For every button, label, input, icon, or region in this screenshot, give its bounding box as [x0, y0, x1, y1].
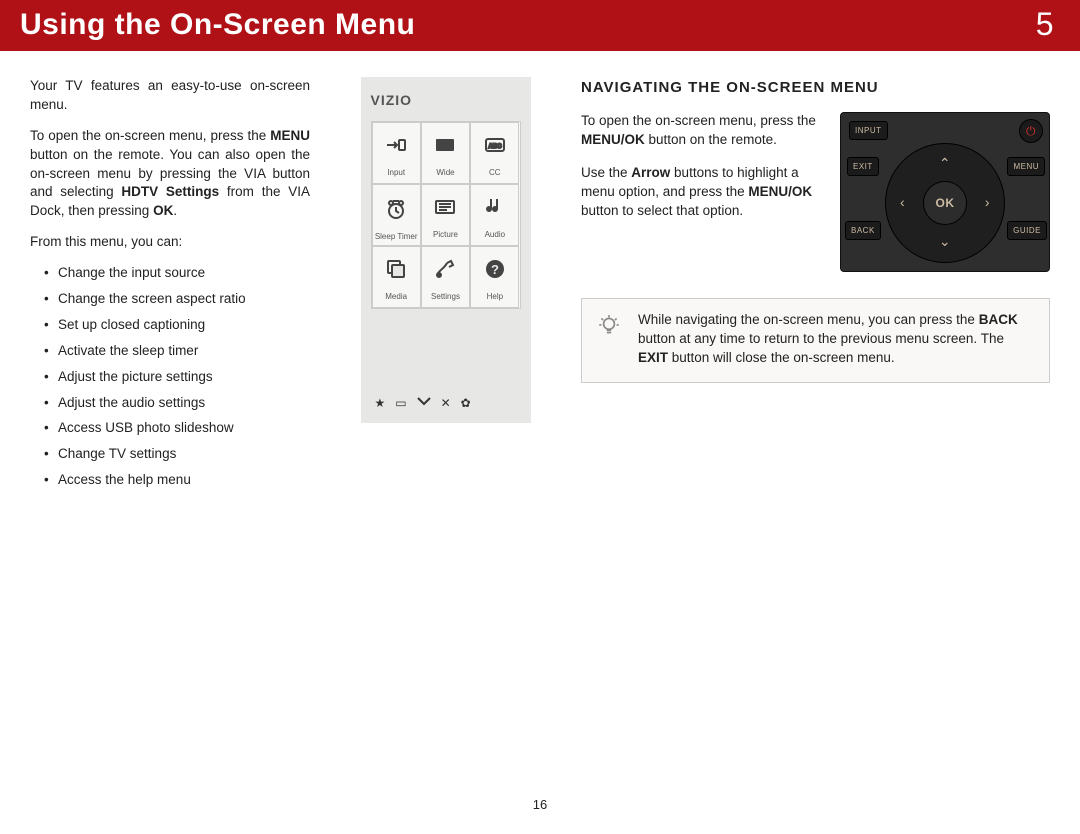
list-item: Adjust the picture settings	[44, 368, 310, 387]
input-icon	[384, 123, 408, 168]
remote-back-button: BACK	[845, 221, 881, 240]
feature-list: Change the input source Change the scree…	[30, 264, 310, 490]
media-icon	[384, 247, 408, 292]
menu-cell-input: Input	[372, 122, 421, 184]
svg-text:?: ?	[491, 262, 499, 277]
menu-cell-wide: Wide	[421, 122, 470, 184]
sleep-timer-icon	[384, 185, 408, 233]
nav-instructions: To open the on-screen menu, press the ME…	[581, 112, 820, 272]
menu-cell-audio: Audio	[470, 184, 519, 246]
wide-icon	[433, 123, 457, 168]
rectangle-icon: ▭	[395, 395, 406, 412]
list-item: Change the screen aspect ratio	[44, 290, 310, 309]
lightbulb-icon	[596, 313, 622, 339]
remote-dpad: ⌃ ⌄ ‹ › OK	[885, 143, 1005, 263]
list-item: Adjust the audio settings	[44, 394, 310, 413]
page-number: 16	[533, 797, 547, 812]
help-icon: ?	[483, 247, 507, 292]
left-column: Your TV features an easy-to-use on-scree…	[30, 77, 310, 497]
chapter-title: Using the On-Screen Menu	[20, 8, 415, 42]
arrow-down-icon: ⌄	[939, 232, 951, 252]
intro-paragraph: Your TV features an easy-to-use on-scree…	[30, 77, 310, 115]
right-column: NAVIGATING THE ON-SCREEN MENU To open th…	[581, 77, 1050, 497]
chevron-down-icon	[417, 395, 431, 412]
close-icon: ✕	[441, 395, 451, 412]
remote-power-button: ⏻	[1019, 119, 1043, 143]
star-icon: ★	[375, 395, 386, 412]
arrow-up-icon: ⌃	[939, 154, 951, 174]
list-item: Change TV settings	[44, 445, 310, 464]
vizio-osd-panel: VIZIO Input Wide ABC	[361, 77, 531, 423]
arrow-left-icon: ‹	[900, 193, 905, 213]
settings-icon	[433, 247, 457, 292]
menu-cell-sleep: Sleep Timer	[372, 184, 421, 246]
list-item: Access the help menu	[44, 471, 310, 490]
menu-cell-picture: Picture	[421, 184, 470, 246]
tip-box: While navigating the on-screen menu, you…	[581, 298, 1050, 383]
nav-p1: To open the on-screen menu, press the ME…	[581, 112, 820, 150]
list-item: Set up closed captioning	[44, 316, 310, 335]
section-heading: NAVIGATING THE ON-SCREEN MENU	[581, 77, 1050, 98]
vizio-panel-column: VIZIO Input Wide ABC	[348, 77, 543, 497]
remote-menu-button: MENU	[1007, 157, 1045, 176]
chapter-banner: Using the On-Screen Menu 5	[0, 0, 1080, 51]
menu-cell-help: ? Help	[470, 246, 519, 308]
remote-exit-button: EXIT	[847, 157, 879, 176]
list-item: Access USB photo slideshow	[44, 419, 310, 438]
arrow-right-icon: ›	[985, 193, 990, 213]
menu-cell-cc: ABC CC	[470, 122, 519, 184]
list-lead: From this menu, you can:	[30, 233, 310, 252]
menu-cell-media: Media	[372, 246, 421, 308]
remote-ok-button: OK	[923, 181, 967, 225]
remote-illustration: INPUT ⏻ EXIT MENU BACK GUIDE ⌃ ⌄ ‹ › OK	[840, 112, 1050, 272]
audio-icon	[483, 185, 507, 230]
menu-cell-settings: Settings	[421, 246, 470, 308]
picture-icon	[433, 185, 457, 230]
cc-icon: ABC	[483, 123, 507, 168]
list-item: Activate the sleep timer	[44, 342, 310, 361]
vizio-menu-grid: Input Wide ABC CC	[371, 121, 521, 309]
svg-text:ABC: ABC	[488, 144, 502, 150]
vizio-logo: VIZIO	[371, 91, 521, 111]
chapter-number: 5	[1036, 6, 1054, 43]
open-menu-paragraph: To open the on-screen menu, press the ME…	[30, 127, 310, 221]
remote-guide-button: GUIDE	[1007, 221, 1047, 240]
list-item: Change the input source	[44, 264, 310, 283]
nav-p2: Use the Arrow buttons to highlight a men…	[581, 164, 820, 221]
gear-icon: ✿	[461, 395, 471, 412]
remote-input-button: INPUT	[849, 121, 888, 140]
vizio-footer-icons: ★ ▭ ✕ ✿	[371, 389, 521, 414]
